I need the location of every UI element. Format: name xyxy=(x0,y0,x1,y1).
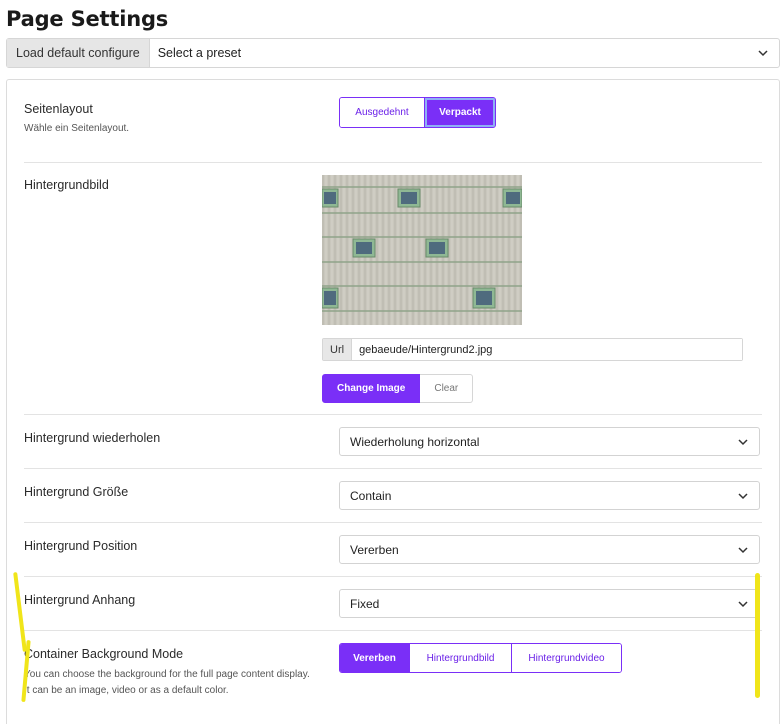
background-image-preview[interactable] xyxy=(322,175,522,325)
size-label: Hintergrund Größe xyxy=(24,485,129,499)
chevron-down-icon xyxy=(738,546,748,553)
size-select-value: Contain xyxy=(350,488,392,503)
row-background-attachment: Hintergrund Anhang Fixed xyxy=(24,577,762,631)
position-select-value: Vererben xyxy=(350,542,399,557)
layout-description: Wähle ein Seitenlayout. xyxy=(24,123,130,134)
container-mode-option-hintergrundbild[interactable]: Hintergrundbild xyxy=(410,644,512,672)
image-url-field: Url xyxy=(322,338,743,361)
preset-select-value: Select a preset xyxy=(157,46,242,60)
layout-option-verpackt[interactable]: Verpackt xyxy=(425,98,495,127)
container-mode-description: You can choose the background for the fu… xyxy=(24,669,310,696)
repeat-label: Hintergrund wiederholen xyxy=(24,431,161,445)
size-select[interactable]: Contain xyxy=(339,481,760,510)
chevron-down-icon xyxy=(738,492,748,499)
row-container-background-mode: Container Background Mode You can choose… xyxy=(24,631,762,721)
preset-select[interactable]: Select a preset xyxy=(150,39,779,67)
layout-option-ausgedehnt[interactable]: Ausgedehnt xyxy=(340,98,425,127)
container-mode-option-hintergrundvideo[interactable]: Hintergrundvideo xyxy=(512,644,621,672)
page-title: Page Settings xyxy=(6,7,169,31)
chevron-down-icon xyxy=(758,50,768,57)
row-background-position: Hintergrund Position Vererben xyxy=(24,523,762,577)
attachment-label: Hintergrund Anhang xyxy=(24,593,136,607)
settings-panel: Seitenlayout Wähle ein Seitenlayout. Aus… xyxy=(6,79,780,724)
row-background-size: Hintergrund Größe Contain xyxy=(24,469,762,523)
layout-label: Seitenlayout xyxy=(24,102,93,116)
repeat-select[interactable]: Wiederholung horizontal xyxy=(339,427,760,456)
clear-image-button[interactable]: Clear xyxy=(420,374,474,403)
row-layout: Seitenlayout Wähle ein Seitenlayout. Aus… xyxy=(24,80,762,163)
chevron-down-icon xyxy=(738,438,748,445)
preset-bar: Load default configure Select a preset xyxy=(6,38,780,68)
image-url-input[interactable] xyxy=(352,339,742,360)
load-default-configure-button[interactable]: Load default configure xyxy=(7,39,150,67)
change-image-button[interactable]: Change Image xyxy=(322,374,421,403)
highlight-mark-right xyxy=(755,573,760,698)
image-button-group: Change Image Clear xyxy=(322,374,474,403)
container-mode-toggle: Vererben Hintergrundbild Hintergrundvide… xyxy=(339,643,622,673)
container-mode-label: Container Background Mode xyxy=(24,647,184,661)
attachment-select-value: Fixed xyxy=(350,596,380,611)
position-label: Hintergrund Position xyxy=(24,539,138,553)
container-mode-option-vererben[interactable]: Vererben xyxy=(340,644,410,672)
chevron-down-icon xyxy=(738,600,748,607)
layout-toggle: Ausgedehnt Verpackt xyxy=(339,97,496,128)
attachment-select[interactable]: Fixed xyxy=(339,589,760,618)
row-background-repeat: Hintergrund wiederholen Wiederholung hor… xyxy=(24,415,762,469)
position-select[interactable]: Vererben xyxy=(339,535,760,564)
repeat-select-value: Wiederholung horizontal xyxy=(350,434,480,449)
url-addon-label: Url xyxy=(323,339,353,360)
background-image-label: Hintergrundbild xyxy=(24,178,109,192)
